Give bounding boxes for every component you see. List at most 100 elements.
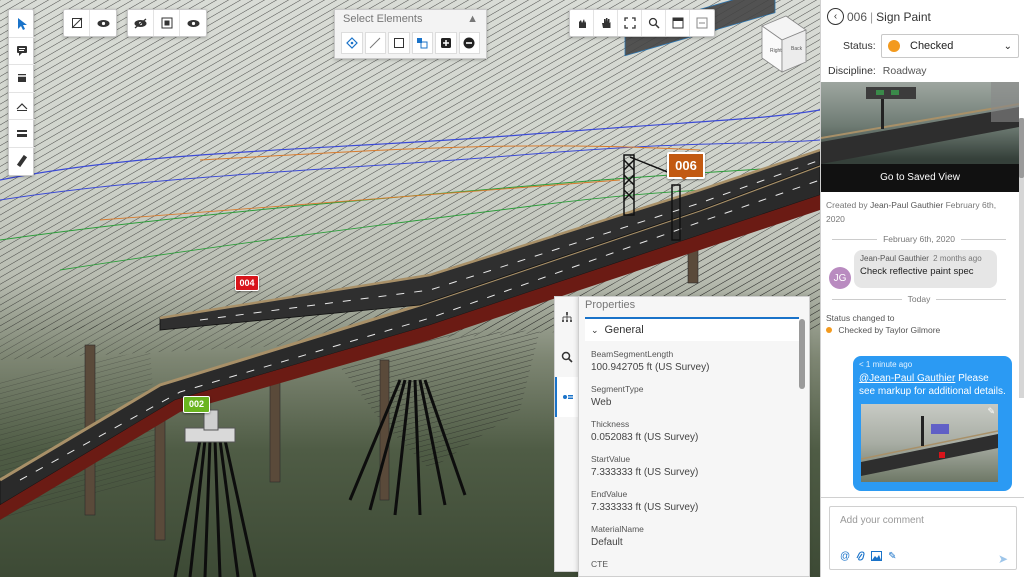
zoom-window-button[interactable] bbox=[642, 10, 666, 36]
prop-value: 7.333333 ft (US Survey) bbox=[591, 467, 699, 478]
issue-marker-004[interactable]: 004 bbox=[235, 275, 259, 291]
tab-hierarchy[interactable] bbox=[555, 297, 578, 337]
comment-tool-button[interactable] bbox=[9, 38, 35, 65]
issue-detail-panel: ‹ 006 | Sign Paint Status: Checked ⌄ Dis… bbox=[820, 0, 1024, 577]
comment-time: < 1 minute ago bbox=[859, 360, 913, 369]
select-crossing-button[interactable] bbox=[411, 32, 433, 54]
eye-icon bbox=[97, 19, 109, 27]
comment-bubble-own: < 1 minute ago @Jean-Paul Gauthier Pleas… bbox=[853, 356, 1012, 491]
3d-viewport[interactable]: Select Elements ▲ Right Back 006 004 002… bbox=[0, 0, 820, 577]
navigation-toolbar bbox=[569, 9, 715, 37]
section-label: General bbox=[604, 324, 644, 336]
created-year: 2020 bbox=[826, 214, 845, 224]
section-box-button[interactable] bbox=[9, 65, 35, 93]
issue-number: 006 bbox=[847, 9, 868, 24]
comment-icon bbox=[17, 46, 27, 57]
pan-button[interactable] bbox=[594, 10, 618, 36]
prop-label: BeamSegmentLength bbox=[591, 349, 674, 359]
fit-view-button[interactable] bbox=[618, 10, 642, 36]
markup-pen-icon[interactable]: ✎ bbox=[888, 551, 896, 565]
comment-bubble: Jean-Paul Gauthier 2 months ago Check re… bbox=[854, 250, 997, 288]
general-section-header[interactable]: ⌄ General bbox=[585, 317, 799, 341]
date-divider: February 6th, 2020 bbox=[826, 234, 1012, 244]
send-icon[interactable]: ➤ bbox=[998, 552, 1008, 566]
select-elements-panel: Select Elements ▲ bbox=[334, 9, 487, 59]
select-elements-title: Select Elements bbox=[343, 13, 423, 25]
orbit-hand-icon bbox=[578, 19, 586, 28]
orbit-button[interactable] bbox=[570, 10, 594, 36]
status-value: Checked bbox=[910, 40, 954, 52]
properties-tab-strip bbox=[554, 296, 578, 572]
select-line-button[interactable] bbox=[364, 32, 386, 54]
cube-face-right[interactable]: Right bbox=[770, 48, 782, 54]
zoom-icon bbox=[648, 17, 660, 29]
select-point-button[interactable] bbox=[341, 32, 363, 54]
prop-label: StartValue bbox=[591, 454, 631, 464]
discipline-value: Roadway bbox=[882, 65, 927, 77]
properties-panel: Properties ⌄ General BeamSegmentLength 1… bbox=[578, 296, 810, 577]
add-selection-button[interactable] bbox=[435, 32, 457, 54]
show-isolated-button[interactable] bbox=[180, 10, 206, 36]
discipline-row: Discipline: Roadway bbox=[821, 59, 1024, 81]
properties-icon bbox=[562, 395, 573, 399]
saved-view-thumbnail[interactable]: Go to Saved View bbox=[821, 82, 1019, 192]
search-icon bbox=[561, 351, 573, 363]
status-change-line: Status changed to bbox=[826, 313, 895, 323]
terrain-icon bbox=[16, 102, 28, 111]
status-change-by: by Taylor Gilmore bbox=[874, 325, 941, 335]
select-box-button[interactable] bbox=[388, 32, 410, 54]
chevron-up-icon[interactable]: ▲ bbox=[467, 13, 478, 25]
attachment-icon[interactable] bbox=[856, 551, 865, 565]
issue-marker-002[interactable]: 002 bbox=[183, 396, 210, 413]
status-label: Status: bbox=[843, 40, 876, 52]
markup-thumbnail[interactable]: ✎ bbox=[861, 404, 998, 482]
comment-input[interactable] bbox=[830, 507, 1000, 534]
created-info: Created by Jean-Paul Gauthier February 6… bbox=[826, 198, 1011, 226]
tab-search[interactable] bbox=[555, 337, 578, 377]
back-icon[interactable]: ‹ bbox=[827, 8, 844, 25]
prop-label: CTE bbox=[591, 559, 608, 569]
prop-value: 0.052083 ft (US Survey) bbox=[591, 432, 699, 443]
mention-link[interactable]: @Jean-Paul Gauthier bbox=[859, 373, 955, 384]
comment-time: 2 months ago bbox=[933, 254, 982, 263]
status-row: Status: Checked ⌄ bbox=[821, 33, 1024, 59]
composer-divider bbox=[821, 497, 1024, 498]
ruler-icon bbox=[16, 155, 28, 168]
panel-toggle-button[interactable] bbox=[690, 10, 714, 36]
box-select-icon bbox=[393, 38, 404, 48]
pencil-icon[interactable]: ✎ bbox=[987, 406, 995, 417]
isolate-hide-button[interactable] bbox=[128, 10, 154, 36]
prop-label: SegmentType bbox=[591, 384, 644, 394]
cursor-icon bbox=[18, 17, 27, 30]
eye-icon bbox=[187, 19, 199, 27]
isolate-button[interactable] bbox=[154, 10, 180, 36]
status-dropdown[interactable]: Checked ⌄ bbox=[881, 34, 1019, 58]
mention-icon[interactable]: @ bbox=[840, 551, 850, 565]
prop-value: Default bbox=[591, 537, 623, 548]
issue-marker-006[interactable]: 006 bbox=[667, 152, 705, 180]
view-cube[interactable]: Right Back bbox=[752, 14, 808, 74]
window-icon bbox=[672, 17, 683, 29]
terrain-tool-button[interactable] bbox=[9, 93, 35, 120]
measure-tool-button[interactable] bbox=[9, 148, 35, 176]
cube-face-back[interactable]: Back bbox=[791, 46, 803, 52]
crossing-select-icon bbox=[417, 38, 428, 49]
layer-tool-button[interactable] bbox=[9, 120, 35, 148]
avatar: JG bbox=[829, 267, 851, 289]
side-panel-scrollbar[interactable] bbox=[1019, 118, 1024, 398]
remove-selection-button[interactable] bbox=[458, 32, 480, 54]
eye-slash-icon bbox=[134, 17, 147, 29]
hide-selected-button[interactable] bbox=[64, 10, 90, 36]
fit-view-icon bbox=[623, 17, 636, 29]
saved-views-button[interactable] bbox=[666, 10, 690, 36]
issue-activity-feed[interactable]: Go to Saved View Created by Jean-Paul Ga… bbox=[821, 82, 1024, 497]
tab-properties[interactable] bbox=[555, 377, 578, 417]
select-cursor-button[interactable] bbox=[9, 10, 35, 38]
properties-scrollbar[interactable] bbox=[799, 319, 805, 389]
go-to-saved-view-button[interactable]: Go to Saved View bbox=[821, 164, 1019, 192]
view-toolbar-b bbox=[127, 9, 207, 37]
title-separator: | bbox=[870, 9, 874, 24]
show-all-button[interactable] bbox=[90, 10, 116, 36]
image-icon[interactable] bbox=[871, 551, 883, 565]
point-select-icon bbox=[345, 37, 358, 49]
